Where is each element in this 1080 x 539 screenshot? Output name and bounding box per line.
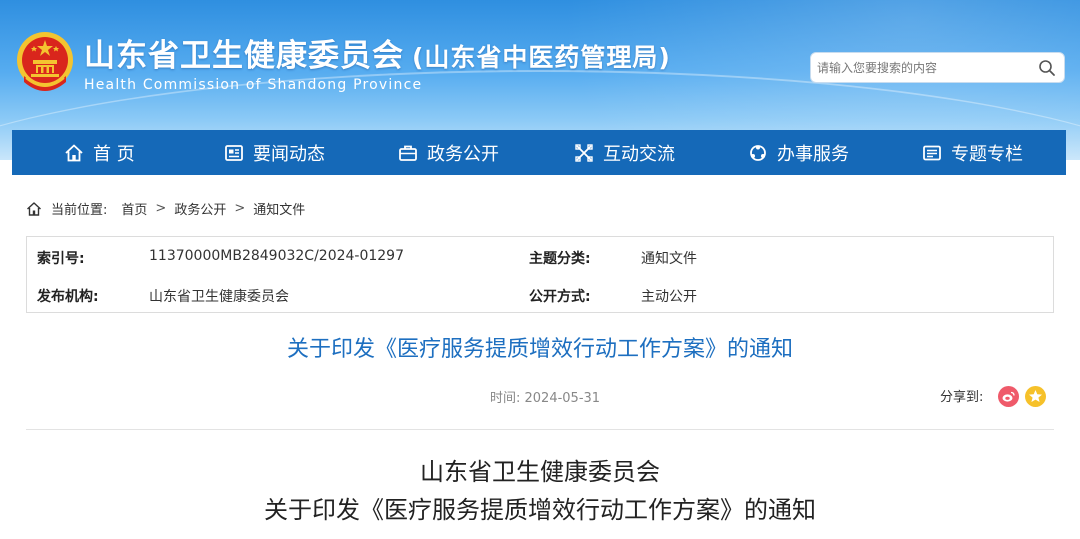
share-label: 分享到: bbox=[940, 390, 984, 405]
service-icon bbox=[750, 144, 766, 161]
publisher-label: 发布机构: bbox=[37, 289, 99, 305]
nav-item-interaction[interactable]: 互动交流 bbox=[574, 130, 675, 175]
breadcrumb-separator: > bbox=[155, 201, 167, 216]
nav-item-home[interactable]: 首 页 bbox=[64, 130, 135, 175]
breadcrumb-separator: > bbox=[234, 201, 246, 216]
nav-label: 政务公开 bbox=[427, 143, 499, 165]
breadcrumb-home[interactable]: 首页 bbox=[121, 199, 147, 218]
topic-label: 主题分类: bbox=[529, 251, 591, 267]
weibo-icon bbox=[1002, 391, 1015, 402]
document-meta-table: 索引号: 11370000MB2849032C/2024-01297 主题分类:… bbox=[26, 236, 1054, 313]
document-title: 关于印发《医疗服务提质增效行动工作方案》的通知 bbox=[264, 496, 816, 524]
search-input[interactable] bbox=[817, 58, 1032, 78]
interaction-icon bbox=[575, 143, 593, 162]
news-icon bbox=[225, 144, 243, 161]
nav-item-services[interactable]: 办事服务 bbox=[748, 130, 849, 175]
nav-item-government-affairs[interactable]: 政务公开 bbox=[398, 130, 499, 175]
site-title-main: 山东省卫生健康委员会 bbox=[84, 38, 404, 74]
content-divider bbox=[26, 429, 1054, 430]
topic-icon bbox=[923, 145, 941, 160]
star-icon bbox=[1029, 390, 1042, 402]
site-title-english: Health Commission of Shandong Province bbox=[84, 77, 423, 93]
document-issuer: 山东省卫生健康委员会 bbox=[420, 458, 660, 486]
search-icon[interactable] bbox=[1038, 59, 1056, 77]
method-value: 主动公开 bbox=[641, 289, 697, 305]
article-title: 关于印发《医疗服务提质增效行动工作方案》的通知 bbox=[286, 337, 793, 362]
nav-item-news[interactable]: 要闻动态 bbox=[224, 130, 325, 175]
publish-time: 时间: 2024-05-31 bbox=[490, 391, 601, 406]
index-value: 11370000MB2849032C/2024-01297 bbox=[149, 248, 405, 264]
qzone-share-button[interactable] bbox=[1025, 386, 1046, 407]
breadcrumb-government-affairs[interactable]: 政务公开 bbox=[174, 199, 226, 218]
home-icon bbox=[27, 201, 41, 216]
nav-label: 专题专栏 bbox=[951, 143, 1023, 165]
national-emblem-icon[interactable] bbox=[14, 30, 76, 94]
breadcrumb-notice-files[interactable]: 通知文件 bbox=[253, 199, 305, 218]
site-title[interactable]: 山东省卫生健康委员会 (山东省中医药管理局) bbox=[84, 30, 671, 75]
nav-label: 首 页 bbox=[93, 143, 135, 165]
home-icon bbox=[65, 144, 83, 161]
briefcase-icon bbox=[399, 145, 417, 161]
nav-label: 办事服务 bbox=[777, 143, 849, 165]
breadcrumb: 当前位置: 首页 > 政务公开 > 通知文件 bbox=[26, 199, 305, 218]
site-title-sub: (山东省中医药管理局) bbox=[412, 43, 671, 72]
nav-label: 要闻动态 bbox=[253, 143, 325, 165]
index-label: 索引号: bbox=[37, 251, 85, 267]
nav-item-topics[interactable]: 专题专栏 bbox=[922, 130, 1023, 175]
publisher-value: 山东省卫生健康委员会 bbox=[149, 289, 289, 305]
method-label: 公开方式: bbox=[529, 289, 591, 305]
breadcrumb-prefix: 当前位置: bbox=[51, 203, 108, 218]
weibo-share-button[interactable] bbox=[998, 386, 1019, 407]
search-box bbox=[810, 52, 1065, 83]
nav-label: 互动交流 bbox=[603, 143, 675, 165]
topic-value: 通知文件 bbox=[641, 251, 697, 267]
main-nav: 首 页 要闻动态 政务公开 互动交流 办事服务 专题专栏 bbox=[12, 130, 1066, 175]
